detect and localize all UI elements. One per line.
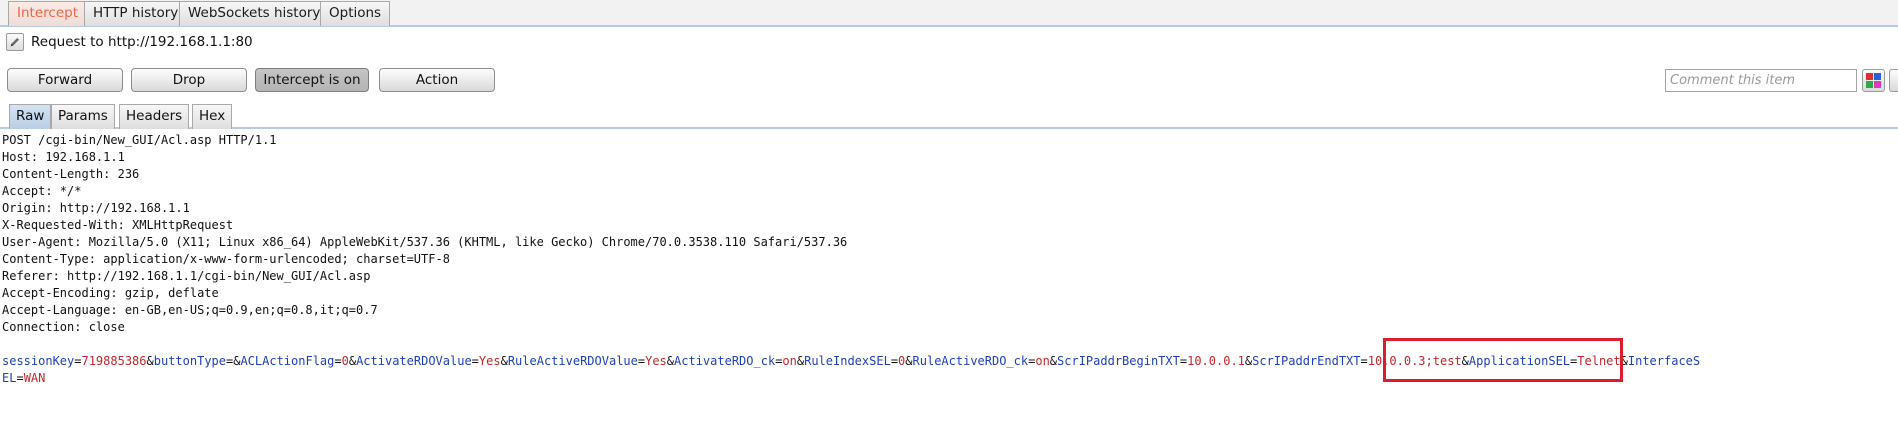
- tab-headers[interactable]: Headers: [119, 104, 190, 129]
- action-button[interactable]: Action: [379, 68, 495, 92]
- message-view-tabs: Raw Params Headers Hex: [0, 102, 1898, 129]
- header-line: Connection: close: [2, 320, 125, 334]
- param-separator: &: [666, 354, 675, 368]
- param-separator: =: [1179, 354, 1188, 368]
- param-name: RuleActiveRDO_ck: [912, 354, 1029, 368]
- param-value: Yes: [478, 354, 501, 368]
- color-grid-icon: [1866, 73, 1881, 88]
- param-name: InterfaceS: [1627, 354, 1701, 368]
- param-separator: =: [334, 354, 342, 368]
- tab-http-history[interactable]: HTTP history: [84, 1, 188, 26]
- tab-params[interactable]: Params: [51, 104, 115, 129]
- param-value: on: [1035, 354, 1050, 368]
- drop-button[interactable]: Drop: [131, 68, 247, 92]
- highlight-color-button[interactable]: [1862, 69, 1885, 92]
- header-line: Accept: */*: [2, 184, 82, 198]
- param-name: ACLActionFlag: [240, 354, 335, 368]
- param-separator: =&: [226, 354, 241, 368]
- param-separator: &: [1049, 354, 1058, 368]
- edit-target-button[interactable]: [6, 33, 24, 51]
- param-name: ActivateRDO_ck: [674, 354, 776, 368]
- forward-button[interactable]: Forward: [7, 68, 123, 92]
- param-separator: =: [16, 371, 24, 385]
- tab-options[interactable]: Options: [320, 1, 391, 26]
- param-separator: =: [890, 354, 899, 368]
- param-separator: &: [348, 354, 357, 368]
- tab-intercept[interactable]: Intercept: [8, 1, 87, 26]
- comment-input[interactable]: [1665, 69, 1857, 92]
- param-name: RuleIndexSEL: [804, 354, 891, 368]
- overflow-button[interactable]: [1889, 69, 1898, 92]
- header-line: X-Requested-With: XMLHttpRequest: [2, 218, 234, 232]
- tab-raw[interactable]: Raw: [9, 104, 52, 129]
- param-value: 719885386: [81, 354, 147, 368]
- highlight-annotation-box: [1383, 338, 1623, 382]
- header-line: User-Agent: Mozilla/5.0 (X11; Linux x86_…: [2, 235, 848, 249]
- param-name: sessionKey: [2, 354, 75, 368]
- param-value: Yes: [645, 354, 667, 368]
- param-value: 0: [341, 354, 349, 368]
- param-value: WAN: [23, 371, 46, 385]
- param-name: EL: [2, 371, 17, 385]
- tab-websockets-history[interactable]: WebSockets history: [179, 1, 330, 26]
- param-name: RuleActiveRDOValue: [507, 354, 638, 368]
- param-value: on: [782, 354, 797, 368]
- param-separator: &: [905, 354, 913, 368]
- header-line: Referer: http://192.168.1.1/cgi-bin/New_…: [2, 269, 371, 283]
- header-line: Content-Type: application/x-www-form-url…: [2, 252, 450, 266]
- param-name: ActivateRDOValue: [356, 354, 472, 368]
- tab-hex[interactable]: Hex: [192, 104, 233, 129]
- param-separator: &: [500, 354, 508, 368]
- header-line: Accept-Language: en-GB,en-US;q=0.9,en;q=…: [2, 303, 378, 317]
- param-name: buttonType: [153, 354, 226, 368]
- header-line: Accept-Encoding: gzip, deflate: [2, 286, 219, 300]
- intercept-toggle-button[interactable]: Intercept is on: [255, 68, 369, 92]
- request-target-label: Request to http://192.168.1.1:80: [31, 34, 253, 50]
- request-target-row: Request to http://192.168.1.1:80: [6, 33, 253, 51]
- pencil-icon: [10, 38, 19, 47]
- top-tab-bar: Intercept HTTP history WebSockets histor…: [0, 0, 1898, 27]
- param-name: ScrIPaddrBeginTXT: [1057, 354, 1180, 368]
- param-name: ScrIPaddrEndTXT: [1252, 354, 1361, 368]
- header-line: Origin: http://192.168.1.1: [2, 201, 190, 215]
- param-separator: &: [146, 354, 154, 368]
- param-value: 10.0.0.1: [1187, 354, 1245, 368]
- request-line: POST /cgi-bin/New_GUI/Acl.asp HTTP/1.1: [2, 133, 277, 147]
- header-line: Host: 192.168.1.1: [2, 150, 125, 164]
- param-separator: =: [1360, 354, 1368, 368]
- param-separator: =: [471, 354, 479, 368]
- header-line: Content-Length: 236: [2, 167, 140, 181]
